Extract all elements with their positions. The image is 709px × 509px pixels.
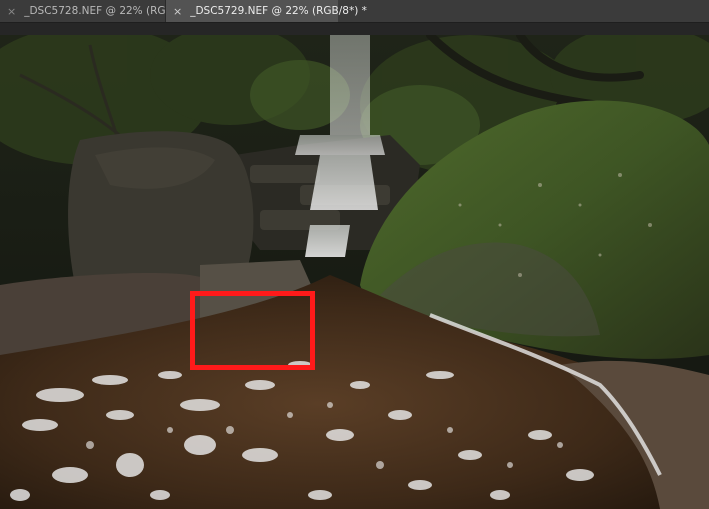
close-tab-icon[interactable]: × [7, 5, 16, 18]
document-canvas[interactable] [0, 35, 709, 509]
document-tab-bar: × _DSC5728.NEF @ 22% (RGB/8*) * × _DSC57… [0, 0, 709, 23]
photo-image [0, 35, 709, 509]
close-tab-icon[interactable]: × [173, 5, 182, 18]
tab-dsc5728[interactable]: × _DSC5728.NEF @ 22% (RGB/8*) * [0, 0, 201, 22]
red-highlight-rectangle [190, 291, 315, 370]
tab-label: _DSC5729.NEF @ 22% (RGB/8*) * [190, 5, 367, 17]
tab-dsc5729[interactable]: × _DSC5729.NEF @ 22% (RGB/8*) * [166, 0, 367, 22]
workspace-gap [0, 23, 709, 35]
